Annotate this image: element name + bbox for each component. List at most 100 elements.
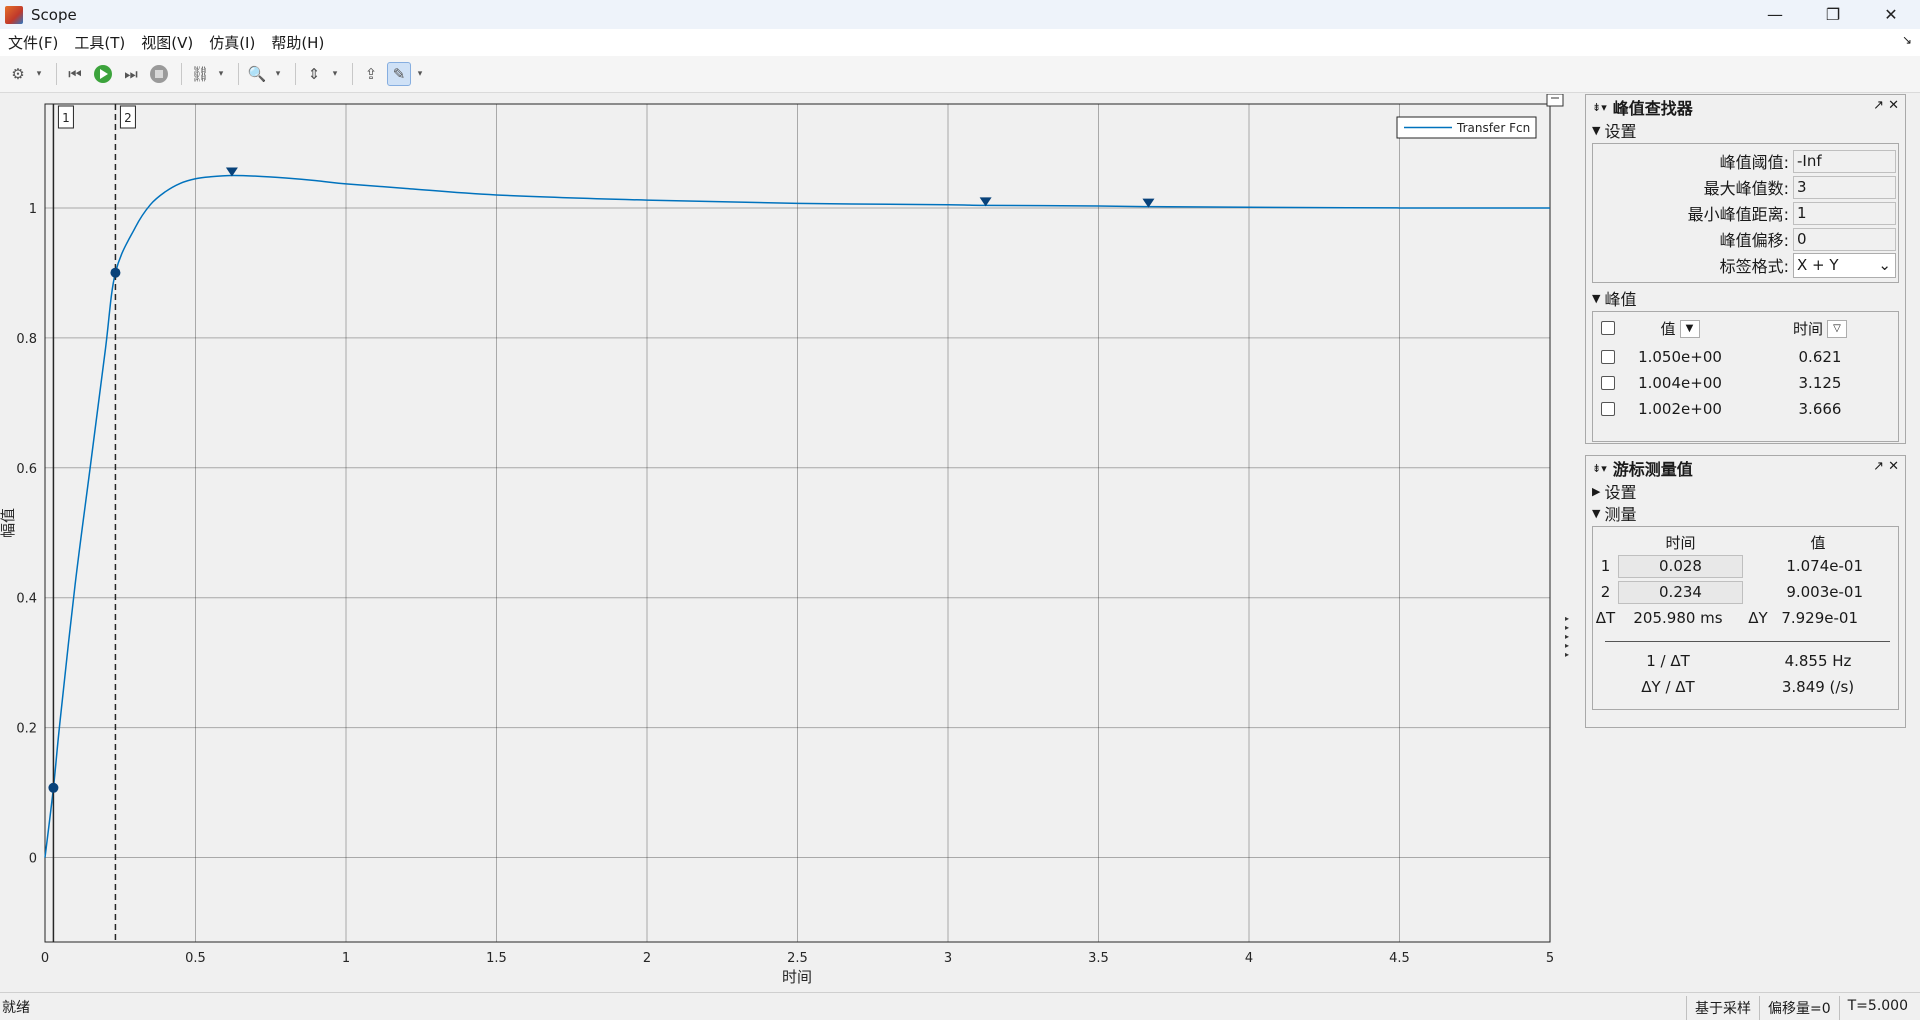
x-tick-label: 0.5 — [185, 951, 206, 966]
cursor-measure-icon[interactable]: ✎ — [387, 62, 411, 86]
fit-dropdown-icon[interactable]: ▾ — [330, 62, 340, 86]
menu-bar: 文件(F) 工具(T) 视图(V) 仿真(I) 帮助(H) ↘ — [0, 29, 1920, 56]
y-tick-label: 0 — [29, 852, 37, 867]
gear-dropdown-icon[interactable]: ▾ — [34, 62, 44, 86]
gear-icon[interactable]: ⚙ — [6, 62, 30, 86]
undock-icon[interactable]: ↘ — [1902, 33, 1912, 47]
label-format-label: 标签格式: — [1719, 257, 1789, 276]
peak-threshold-label: 峰值阈值: — [1719, 153, 1789, 172]
chevron-down-icon: ⌄ — [1878, 256, 1891, 274]
cursor-1-point — [48, 782, 59, 793]
zoom-icon[interactable]: 🔍 — [245, 62, 269, 86]
delta-y-value: 7.929e-01 — [1781, 609, 1858, 627]
measure-section-header[interactable]: ▼ 测量 — [1586, 502, 1905, 524]
cursor-2-time-field[interactable]: 0.234 — [1618, 580, 1743, 604]
fit-icon[interactable]: ⇕ — [302, 62, 326, 86]
inverse-dt-row: 1 / ΔT 4.855 Hz — [1646, 652, 1852, 670]
restore-button[interactable]: ❐ — [1804, 0, 1862, 29]
x-tick-label: 1.5 — [486, 951, 507, 966]
toolbar: ⚙ ▾ ⏮ ⏭ ⛓ ▾ 🔍 ▾ ⇕ ▾ ⇪ ✎ ▾ — [0, 56, 1920, 93]
x-tick-label: 0 — [41, 951, 49, 966]
slope-row: ΔY / ΔT 3.849 (/s) — [1641, 678, 1855, 696]
row-checkbox[interactable] — [1601, 350, 1615, 364]
expand-triangle-icon: ▶ — [1592, 484, 1601, 498]
table-row: 1.050e+00 0.621 — [1593, 344, 1898, 370]
collapse-triangle-icon: ▼ — [1592, 291, 1601, 305]
x-tick-label: 2 — [643, 951, 651, 966]
menu-simulation[interactable]: 仿真(I) — [201, 32, 263, 53]
pin-icon[interactable]: ⇟▾ — [1592, 101, 1607, 114]
scope-chart[interactable]: 0 0.5 1 1.5 2 2.5 3 3.5 4 4.5 5 0 0.2 0.4 0.6 0.8 1 1 2 T… — [0, 93, 1571, 990]
settings-section-header[interactable]: ▼ 设置 — [1586, 119, 1905, 141]
cursor-row-1: 1 0.028 1.074e-01 — [1593, 553, 1898, 579]
signal-icon[interactable]: ⛓ — [188, 62, 212, 86]
cursor-1-label: 1 — [62, 111, 70, 125]
cursor-1-time-field[interactable]: 0.028 — [1618, 554, 1743, 578]
x-tick-label: 4.5 — [1389, 951, 1410, 966]
row-checkbox[interactable] — [1601, 376, 1615, 390]
zoom-dropdown-icon[interactable]: ▾ — [273, 62, 283, 86]
expand-plot-icon[interactable] — [1546, 93, 1564, 107]
select-all-checkbox[interactable] — [1601, 321, 1615, 335]
y-tick-label: 0.8 — [16, 332, 37, 347]
pin-icon[interactable]: ⇟▾ — [1592, 462, 1607, 475]
x-axis-label: 时间 — [782, 968, 812, 986]
table-row: 1.002e+00 3.666 — [1593, 396, 1898, 422]
row-checkbox[interactable] — [1601, 402, 1615, 416]
status-bar: 就绪 基于采样 偏移量=0 T=5.000 — [0, 992, 1920, 1020]
cursor-settings-section-header[interactable]: ▶ 设置 — [1586, 480, 1905, 502]
menu-tools[interactable]: 工具(T) — [66, 32, 133, 53]
peak-finder-panel: ⇟▾ 峰值查找器 ↗ ✕ ▼ 设置 峰值阈值: -Inf 最大峰值数: 3 最小峰值距… — [1585, 94, 1906, 444]
y-tick-label: 0.2 — [16, 722, 37, 737]
undock-close-icons[interactable]: ↗ ✕ — [1873, 98, 1899, 113]
x-tick-label: 1 — [342, 951, 350, 966]
x-tick-label: 3.5 — [1088, 951, 1109, 966]
collapse-triangle-icon: ▼ — [1592, 506, 1601, 520]
peaks-table: 值 ▼ 时间 ▽ 1.050e+00 0.621 1.004e+00 3.125 1.0… — [1592, 311, 1899, 442]
time-indicator: T=5.000 — [1838, 996, 1916, 1020]
undock-close-icons[interactable]: ↗ ✕ — [1873, 459, 1899, 474]
step-forward-icon[interactable]: ⏭ — [119, 62, 143, 86]
cursor-row-2: 2 0.234 9.003e-01 — [1593, 579, 1898, 605]
min-peak-distance-field[interactable]: 1 — [1793, 201, 1896, 225]
sort-dropdown-icon[interactable]: ▼ — [1679, 320, 1700, 338]
panel-collapse-arrows[interactable]: ▸ ▸ ▸ ▸ ▸ — [1565, 614, 1569, 659]
max-peaks-label: 最大峰值数: — [1703, 179, 1789, 198]
col-value-header: 值 — [1810, 533, 1826, 552]
window-title: Scope — [31, 5, 77, 24]
sort-dropdown-icon[interactable]: ▽ — [1827, 320, 1847, 338]
peak-threshold-field[interactable]: -Inf — [1793, 149, 1896, 173]
table-row: 1.004e+00 3.125 — [1593, 370, 1898, 396]
cursor-measure-title: 游标测量值 — [1612, 460, 1693, 479]
peak-settings-box: 峰值阈值: -Inf 最大峰值数: 3 最小峰值距离: 1 峰值偏移: 0 标签格式: X… — [1592, 143, 1899, 283]
cursor-2-label: 2 — [124, 111, 132, 125]
menu-view[interactable]: 视图(V) — [133, 32, 201, 53]
peak-offset-label: 峰值偏移: — [1719, 231, 1789, 250]
label-format-select[interactable]: X + Y ⌄ — [1793, 252, 1896, 278]
x-tick-label: 4 — [1245, 951, 1253, 966]
menu-help[interactable]: 帮助(H) — [263, 32, 332, 53]
plot-area: 0 0.5 1 1.5 2 2.5 3 3.5 4 4.5 5 0 0.2 0.4 0.6 0.8 1 1 2 T… — [0, 93, 1571, 990]
stop-icon[interactable] — [147, 62, 171, 86]
cursor-measurements-panel: ⇟▾ 游标测量值 ↗ ✕ ▶ 设置 ▼ 测量 时间 值 1 0.028 1.074e-01… — [1585, 455, 1906, 728]
collapse-triangle-icon: ▼ — [1592, 123, 1601, 137]
cursor-dropdown-icon[interactable]: ▾ — [415, 62, 425, 86]
offset-indicator: 偏移量=0 — [1758, 996, 1839, 1020]
x-tick-label: 2.5 — [787, 951, 808, 966]
minimize-button[interactable]: — — [1746, 0, 1804, 29]
signal-dropdown-icon[interactable]: ▾ — [216, 62, 226, 86]
peak-offset-field[interactable]: 0 — [1793, 227, 1896, 251]
highlight-icon[interactable]: ⇪ — [359, 62, 383, 86]
col-time-header: 时间 — [1792, 319, 1823, 338]
delta-t-value: 205.980 ms — [1633, 609, 1723, 627]
min-peak-distance-label: 最小峰值距离: — [1687, 205, 1789, 224]
menu-file[interactable]: 文件(F) — [0, 32, 66, 53]
cursor-2-point — [110, 267, 121, 278]
y-tick-label: 0.4 — [16, 592, 37, 607]
max-peaks-field[interactable]: 3 — [1793, 175, 1896, 199]
run-icon[interactable] — [91, 62, 115, 86]
col-time-header: 时间 — [1665, 533, 1696, 552]
rewind-icon[interactable]: ⏮ — [63, 62, 87, 86]
close-button[interactable]: ✕ — [1862, 0, 1920, 29]
peaks-section-header[interactable]: ▼ 峰值 — [1586, 287, 1905, 309]
